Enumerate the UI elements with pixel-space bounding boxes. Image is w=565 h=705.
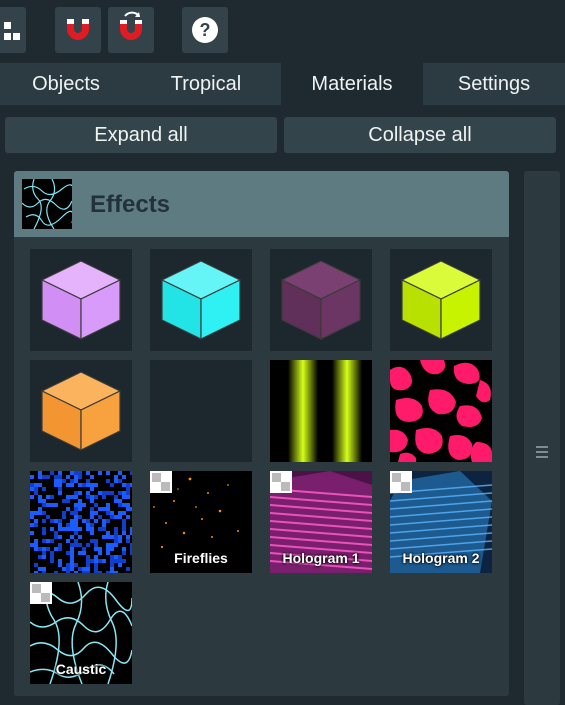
cube-icon xyxy=(40,260,122,340)
grid-icon xyxy=(4,22,20,40)
magnet-icon xyxy=(67,19,89,40)
cube-icon xyxy=(280,260,362,340)
grid-toggle-button[interactable] xyxy=(0,7,26,53)
tab-tropical[interactable]: Tropical xyxy=(132,63,280,105)
material-tile[interactable] xyxy=(30,360,132,462)
material-tile[interactable] xyxy=(270,249,372,351)
scrollbar[interactable] xyxy=(524,171,560,705)
checker-badge-icon xyxy=(30,582,52,604)
checker-badge-icon xyxy=(150,471,172,493)
tab-objects[interactable]: Objects xyxy=(0,63,132,105)
tile-label: Fireflies xyxy=(174,550,228,566)
cube-icon xyxy=(400,260,482,340)
camo-texture xyxy=(390,360,492,462)
collapse-all-button[interactable]: Collapse all xyxy=(284,117,556,153)
tile-label: Hologram 1 xyxy=(282,550,360,566)
material-tile[interactable]: Caustic xyxy=(30,582,132,684)
material-tile[interactable] xyxy=(30,471,132,573)
material-tile[interactable] xyxy=(150,360,252,462)
stripes-texture xyxy=(288,360,362,462)
material-tile[interactable] xyxy=(390,360,492,462)
magnet-button[interactable] xyxy=(55,7,101,53)
checker-badge-icon xyxy=(270,471,292,493)
material-tile[interactable]: Hologram 1 xyxy=(270,471,372,573)
material-tile[interactable]: Hologram 2 xyxy=(390,471,492,573)
toolbar: ? xyxy=(0,0,565,62)
tab-settings[interactable]: Settings xyxy=(423,63,565,105)
material-tile[interactable] xyxy=(270,360,372,462)
tile-label: Caustic xyxy=(55,661,107,677)
material-tile[interactable] xyxy=(30,249,132,351)
cube-icon xyxy=(40,371,122,451)
svg-text:?: ? xyxy=(200,20,211,40)
cube-icon xyxy=(160,260,242,340)
tile-label: Hologram 2 xyxy=(402,550,480,566)
tab-materials[interactable]: Materials xyxy=(281,63,423,105)
magnet-rotate-icon xyxy=(120,11,142,40)
scrollbar-grip-icon[interactable] xyxy=(536,446,548,458)
category-header[interactable]: Effects xyxy=(14,171,509,237)
caustic-thumbnail xyxy=(22,179,72,229)
magnet-rotate-button[interactable] xyxy=(108,7,154,53)
help-button[interactable]: ? xyxy=(182,7,228,53)
material-tile[interactable] xyxy=(150,249,252,351)
material-tile[interactable] xyxy=(390,249,492,351)
help-icon: ? xyxy=(192,17,218,43)
material-tile[interactable]: Fireflies xyxy=(150,471,252,573)
expand-all-button[interactable]: Expand all xyxy=(5,117,277,153)
tab-bar: Objects Tropical Materials Settings xyxy=(0,63,565,105)
pixel-noise-texture xyxy=(30,471,132,573)
category-title: Effects xyxy=(90,191,171,218)
checker-badge-icon xyxy=(390,471,412,493)
